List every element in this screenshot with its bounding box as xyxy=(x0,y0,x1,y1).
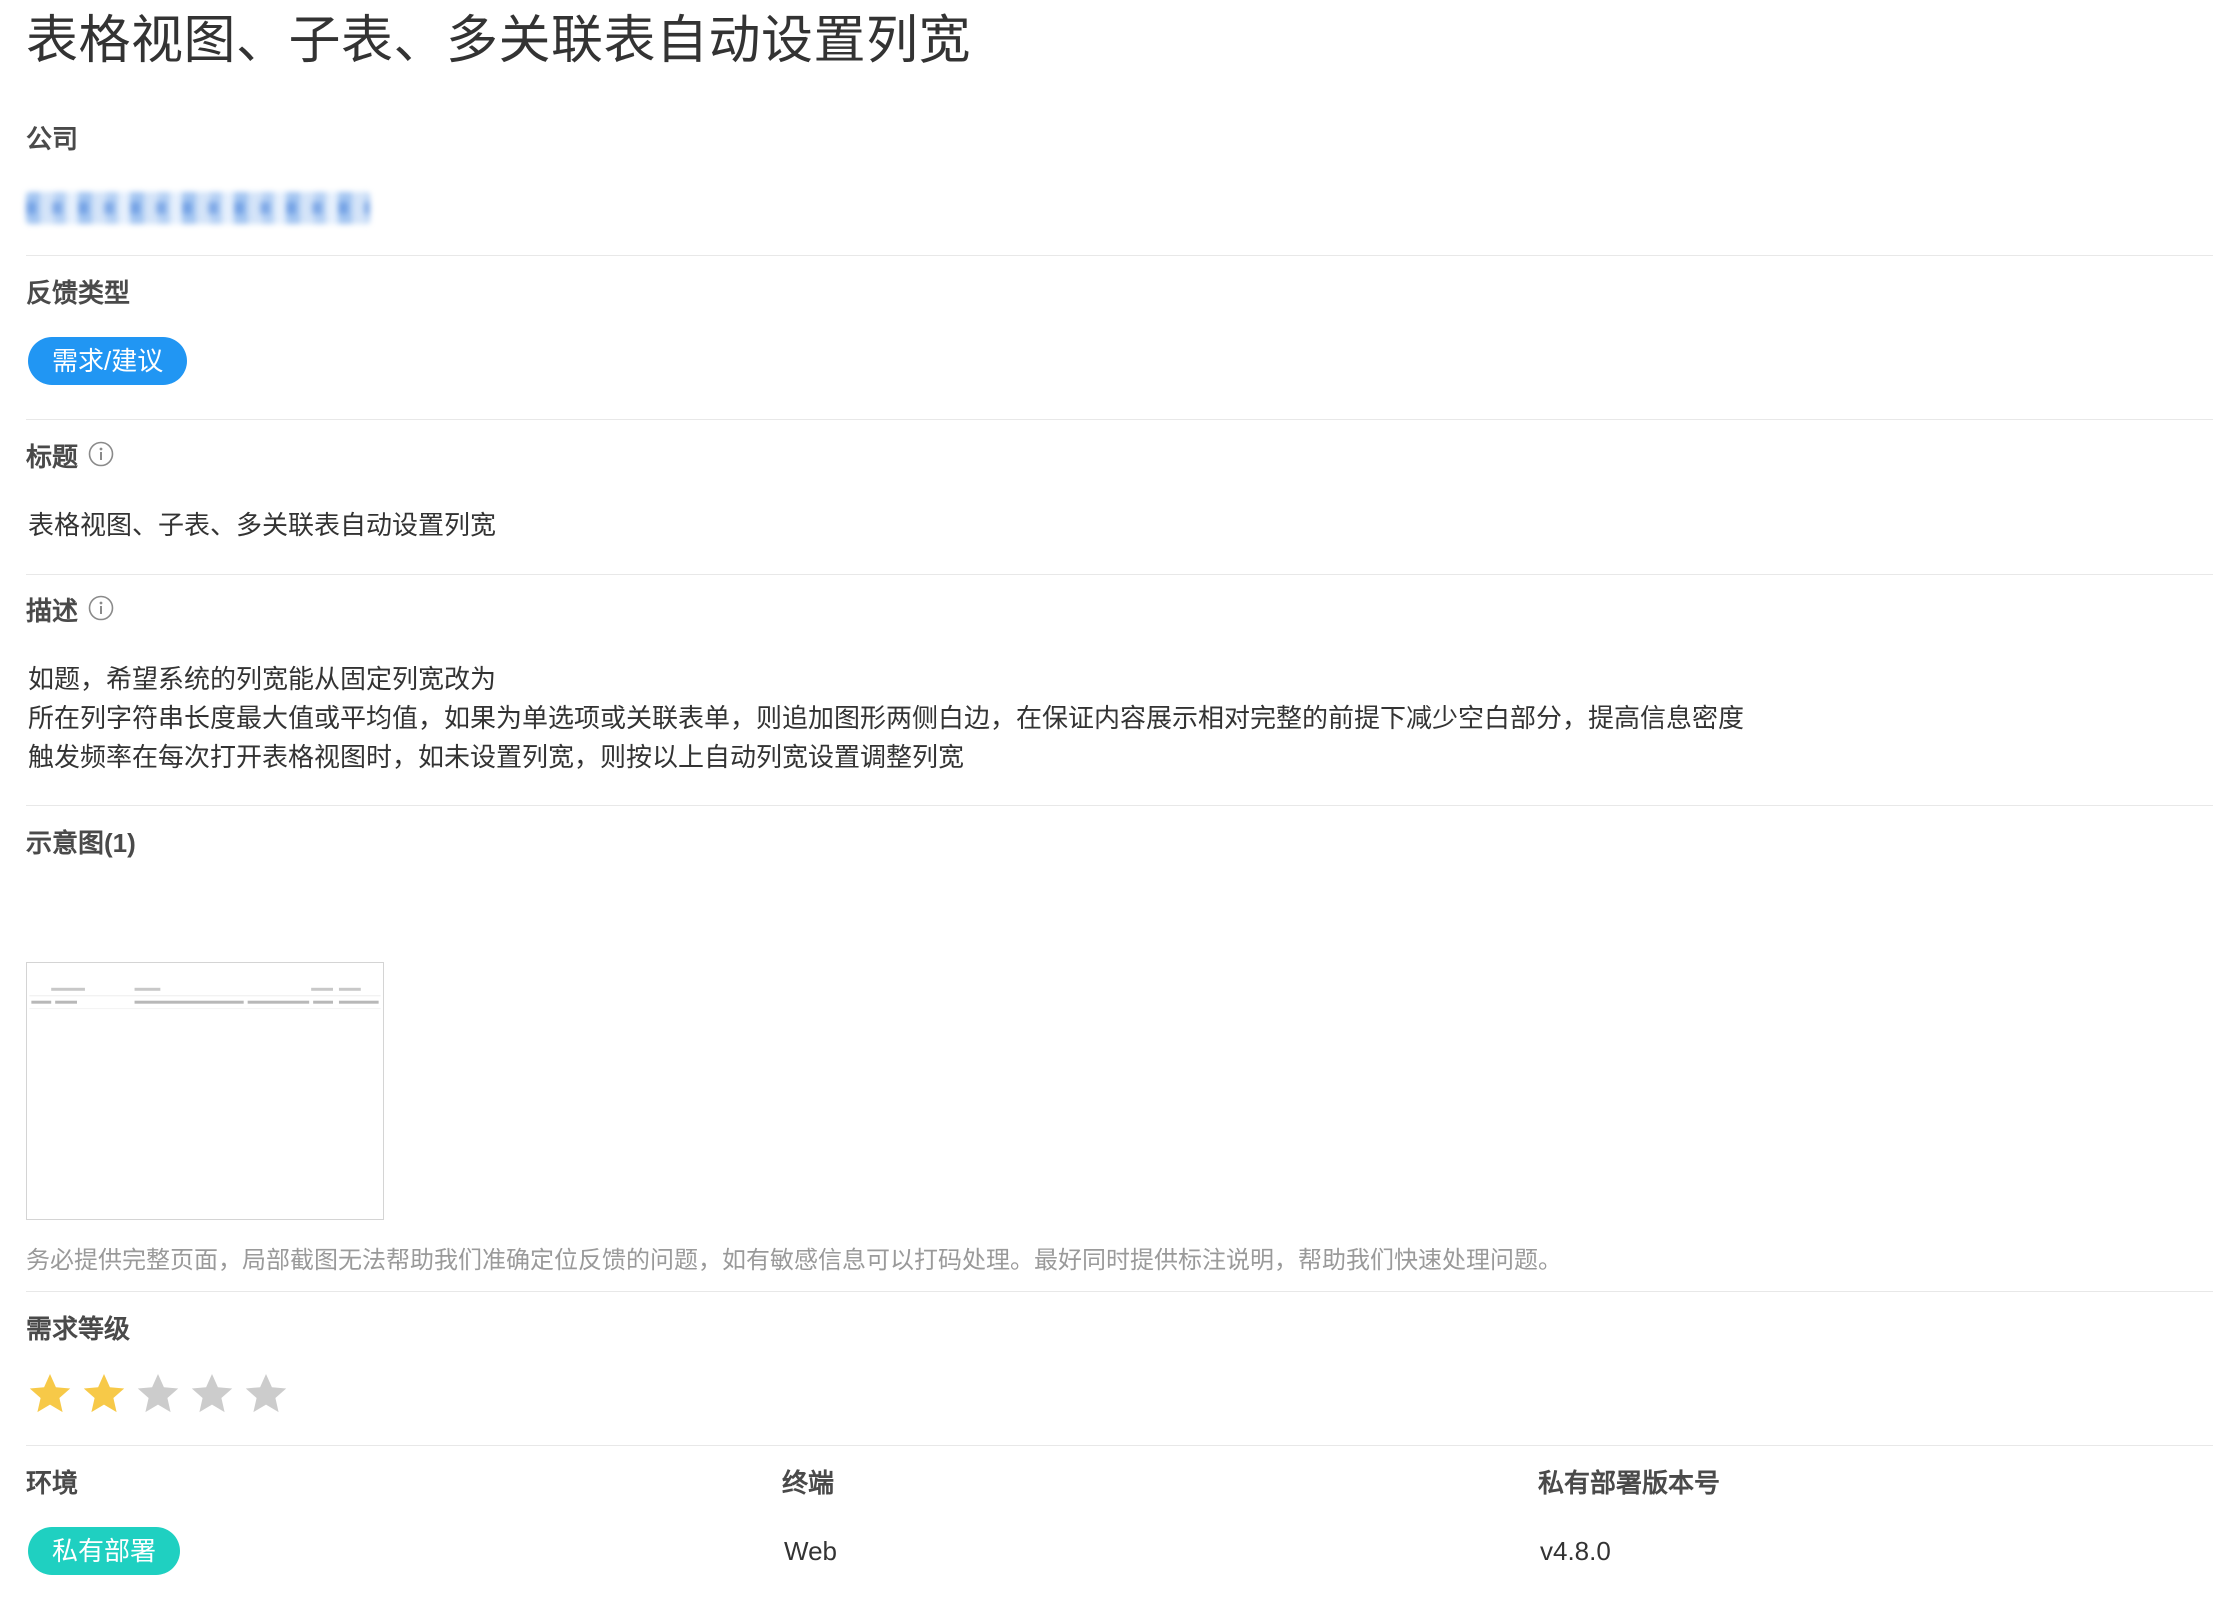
divider xyxy=(26,805,2213,806)
star-icon[interactable] xyxy=(190,1372,234,1416)
star-icon[interactable] xyxy=(28,1372,72,1416)
description-text: 如题，希望系统的列宽能从固定列宽改为 所在列字符串长度最大值或平均值，如果为单选… xyxy=(28,660,1744,777)
info-circle-icon[interactable] xyxy=(88,441,114,467)
description-line: 如题，希望系统的列宽能从固定列宽改为 xyxy=(28,664,497,694)
divider xyxy=(26,1445,2213,1446)
star-icon[interactable] xyxy=(136,1372,180,1416)
feedback-type-tag: 需求/建议 xyxy=(28,337,188,385)
version-field: 私有部署版本号 xyxy=(1538,1466,1720,1500)
page-title: 表格视图、子表、多关联表自动设置列宽 xyxy=(26,12,972,70)
terminal-value: Web xyxy=(784,1536,837,1566)
screenshots-label: 示意图(1) xyxy=(26,828,136,858)
description-line: 所在列字符串长度最大值或平均值，如果为单选项或关联表单，则追加图形两侧白边，在保… xyxy=(28,703,1745,733)
terminal-field: 终端 xyxy=(782,1466,834,1500)
title-field-label: 标题 xyxy=(26,440,114,474)
terminal-label: 终端 xyxy=(782,1468,835,1498)
divider xyxy=(26,419,2213,420)
description-label: 描述 xyxy=(26,594,114,628)
title-field-label-text: 标题 xyxy=(26,442,79,472)
title-field-value: 表格视图、子表、多关联表自动设置列宽 xyxy=(28,510,497,540)
company-label: 公司 xyxy=(26,124,79,154)
environment-label: 环境 xyxy=(26,1468,79,1498)
feedback-type-label: 反馈类型 xyxy=(26,278,131,308)
priority-rating xyxy=(28,1372,288,1416)
screenshot-thumbnail[interactable] xyxy=(26,962,384,1220)
star-icon[interactable] xyxy=(244,1372,288,1416)
description-label-text: 描述 xyxy=(26,596,79,626)
priority-label: 需求等级 xyxy=(26,1314,131,1344)
star-icon[interactable] xyxy=(82,1372,126,1416)
description-line: 触发频率在每次打开表格视图时，如未设置列宽，则按以上自动列宽设置调整列宽 xyxy=(28,742,965,772)
environment-tag: 私有部署 xyxy=(28,1527,181,1575)
environment-field: 环境 xyxy=(26,1466,78,1500)
divider xyxy=(26,574,2213,575)
screenshots-hint: 务必提供完整页面，局部截图无法帮助我们准确定位反馈的问题，如有敏感信息可以打码处… xyxy=(26,1247,1562,1274)
divider xyxy=(26,255,2213,256)
version-value: v4.8.0 xyxy=(1540,1536,1611,1566)
company-value-redacted xyxy=(26,192,370,224)
screenshot-thumbnail-image xyxy=(27,963,383,1219)
info-circle-icon[interactable] xyxy=(88,595,114,621)
divider xyxy=(26,1291,2213,1292)
version-label: 私有部署版本号 xyxy=(1538,1468,1721,1498)
